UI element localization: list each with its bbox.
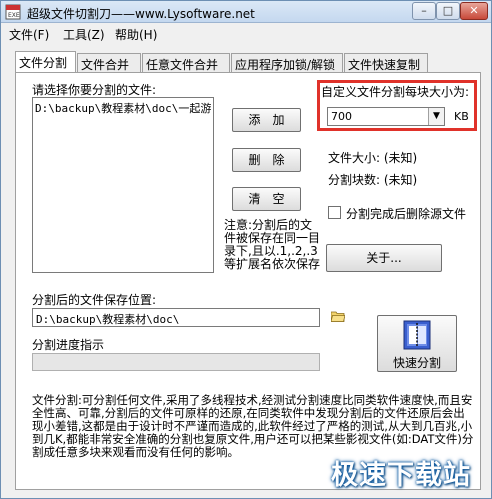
split-note: 注意:分割后的文件被保存在同一目录下,且以.1,.2,.3等扩展名依次保存 <box>224 218 321 271</box>
file-size-label: 文件大小: (未知) <box>328 151 418 165</box>
block-size-value: 700 <box>331 110 352 123</box>
block-size-label: 自定义文件分割每块大小为: <box>321 85 470 99</box>
file-list-item[interactable]: D:\backup\教程素材\doc\一起游 <box>35 100 213 116</box>
clear-button[interactable]: 清 空 <box>232 187 301 211</box>
save-location-label: 分割后的文件保存位置: <box>32 293 157 307</box>
folder-icon[interactable] <box>331 311 345 322</box>
add-button[interactable]: 添 加 <box>232 108 301 132</box>
select-file-label: 请选择你要分割的文件: <box>32 83 157 97</box>
file-listbox[interactable]: D:\backup\教程素材\doc\一起游 <box>32 97 214 273</box>
feature-description: 文件分割:可分割任何文件,采用了多线程技术,经测试分割速度比同类软件速度快,而且… <box>32 393 474 459</box>
app-icon: EXE <box>5 4 21 20</box>
about-button[interactable]: 关于... <box>326 244 442 272</box>
title-bar: EXE 超级文件切割刀——www.Lysoftware.net – □ ✕ <box>1 1 491 23</box>
maximize-button[interactable]: □ <box>436 2 460 20</box>
menu-help[interactable]: 帮助(H) <box>115 26 157 43</box>
app-window: EXE 超级文件切割刀——www.Lysoftware.net – □ ✕ 文件… <box>0 0 492 499</box>
tab-file-merge[interactable]: 文件合并 <box>77 53 141 73</box>
delete-source-label: 分割完成后删除源文件 <box>346 207 467 221</box>
block-count-label: 分割块数: (未知) <box>328 173 418 187</box>
tab-app-lock[interactable]: 应用程序加锁/解锁 <box>231 53 343 73</box>
progress-label: 分割进度指示 <box>32 338 105 352</box>
menu-bar: 文件(F) 工具(Z) 帮助(H) <box>1 23 491 43</box>
delete-button[interactable]: 删 除 <box>232 148 301 172</box>
minimize-button[interactable]: – <box>412 2 436 20</box>
svg-text:EXE: EXE <box>8 12 20 19</box>
size-unit-label: KB <box>454 110 469 123</box>
save-path-value: D:\backup\教程素材\doc\ <box>36 313 180 326</box>
save-path-input[interactable]: D:\backup\教程素材\doc\ <box>32 308 320 327</box>
menu-file[interactable]: 文件(F) <box>9 26 49 43</box>
close-button[interactable]: ✕ <box>460 2 488 20</box>
quick-split-label: 快速分割 <box>392 356 441 370</box>
block-size-select[interactable]: 700 ▼ <box>327 107 445 126</box>
split-file-icon <box>403 320 431 350</box>
chevron-down-icon[interactable]: ▼ <box>428 108 444 125</box>
tab-any-merge[interactable]: 任意文件合并 <box>142 53 230 73</box>
site-watermark: 极速下载站 <box>331 460 471 491</box>
tab-file-split[interactable]: 文件分割 <box>15 51 76 73</box>
delete-source-checkbox[interactable] <box>328 206 341 219</box>
quick-split-button[interactable]: 快速分割 <box>377 315 457 372</box>
window-title: 超级文件切割刀——www.Lysoftware.net <box>27 7 255 21</box>
menu-tools[interactable]: 工具(Z) <box>63 26 105 43</box>
split-progress-bar <box>32 353 320 371</box>
tab-fast-copy[interactable]: 文件快速复制 <box>344 53 428 73</box>
